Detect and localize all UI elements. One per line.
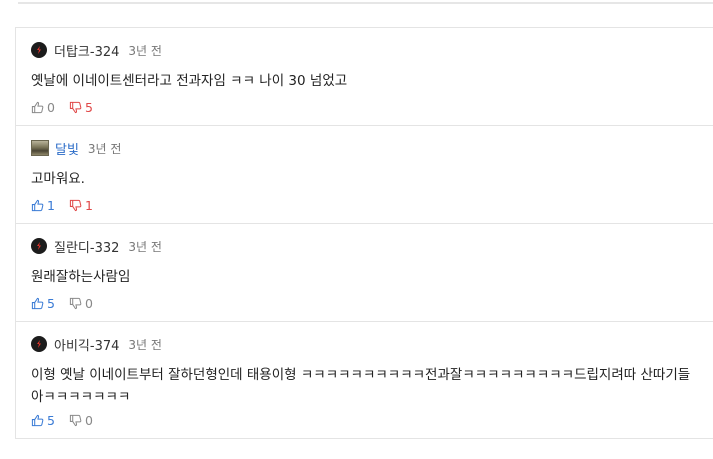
comment-header: 달빛 3년 전 [31, 138, 713, 158]
logo-badge-icon [31, 336, 47, 352]
comment-author[interactable]: 아비긱-374 [54, 335, 119, 354]
dislike-count: 5 [84, 100, 93, 115]
thumbs-down-icon [69, 297, 82, 310]
like-button[interactable]: 5 [31, 296, 55, 311]
top-divider [18, 0, 713, 4]
thumbs-down-icon [69, 101, 82, 114]
comment-author[interactable]: 질란디-332 [54, 237, 119, 256]
like-button[interactable]: 0 [31, 100, 55, 115]
thumbs-up-icon [31, 199, 44, 212]
comment-header: 질란디-332 3년 전 [31, 236, 713, 256]
logo-badge-icon [31, 238, 47, 254]
comment-item: 아비긱-374 3년 전 이형 옛날 이네이트부터 잘하던형인데 태용이형 ㅋㅋ… [15, 322, 713, 439]
like-count: 0 [47, 100, 55, 115]
comment-text: 고마워요. [31, 171, 85, 187]
logo-badge-icon [31, 42, 47, 58]
thumbs-down-icon [69, 414, 82, 427]
comment-author[interactable]: 더탑크-324 [54, 41, 119, 60]
comment-time: 3년 전 [87, 141, 122, 156]
like-count: 5 [47, 296, 55, 311]
comment-time: 3년 전 [128, 239, 162, 254]
like-count: 5 [47, 413, 55, 428]
dislike-count: 1 [84, 198, 93, 213]
thumbs-down-icon [69, 199, 82, 212]
like-button[interactable]: 5 [31, 413, 55, 428]
comment-text: 이형 옛날 이네이트부터 잘하던형인데 태용이형 ㅋㅋㅋㅋㅋㅋㅋㅋㅋㅋ전과잘ㅋㅋ… [31, 367, 691, 405]
vote-bar: 0 5 [31, 100, 107, 115]
comment-header: 더탑크-324 3년 전 [31, 40, 713, 60]
dislike-count: 0 [84, 413, 93, 428]
thumbs-up-icon [31, 414, 44, 427]
comment-item: 질란디-332 3년 전 원래잘하는사람임 5 0 [15, 224, 713, 322]
comment-item: 더탑크-324 3년 전 옛날에 이네이트센터라고 전과자임 ㅋㅋ 나이 30 … [15, 28, 713, 126]
comment-header: 아비긱-374 3년 전 [31, 334, 713, 354]
comment-list: 더탑크-324 3년 전 옛날에 이네이트센터라고 전과자임 ㅋㅋ 나이 30 … [15, 27, 713, 439]
vote-bar: 5 0 [31, 413, 107, 428]
dislike-button[interactable]: 0 [69, 296, 93, 311]
comment-text: 옛날에 이네이트센터라고 전과자임 ㅋㅋ 나이 30 넘었고 [31, 73, 348, 89]
comment-time: 3년 전 [128, 43, 162, 58]
thumbs-up-icon [31, 297, 44, 310]
dislike-button[interactable]: 0 [69, 413, 93, 428]
vote-bar: 5 0 [31, 296, 107, 311]
like-count: 1 [47, 198, 55, 213]
comment-time: 3년 전 [128, 337, 162, 352]
dislike-button[interactable]: 5 [69, 100, 93, 115]
vote-bar: 1 1 [31, 198, 107, 213]
comment-item: 달빛 3년 전 고마워요. 1 1 [15, 126, 713, 224]
dislike-count: 0 [84, 296, 93, 311]
dislike-button[interactable]: 1 [69, 198, 93, 213]
thumbs-up-icon [31, 101, 44, 114]
photo-avatar [31, 140, 49, 156]
like-button[interactable]: 1 [31, 198, 55, 213]
comment-text: 원래잘하는사람임 [31, 269, 131, 285]
comment-author[interactable]: 달빛 [55, 139, 79, 158]
